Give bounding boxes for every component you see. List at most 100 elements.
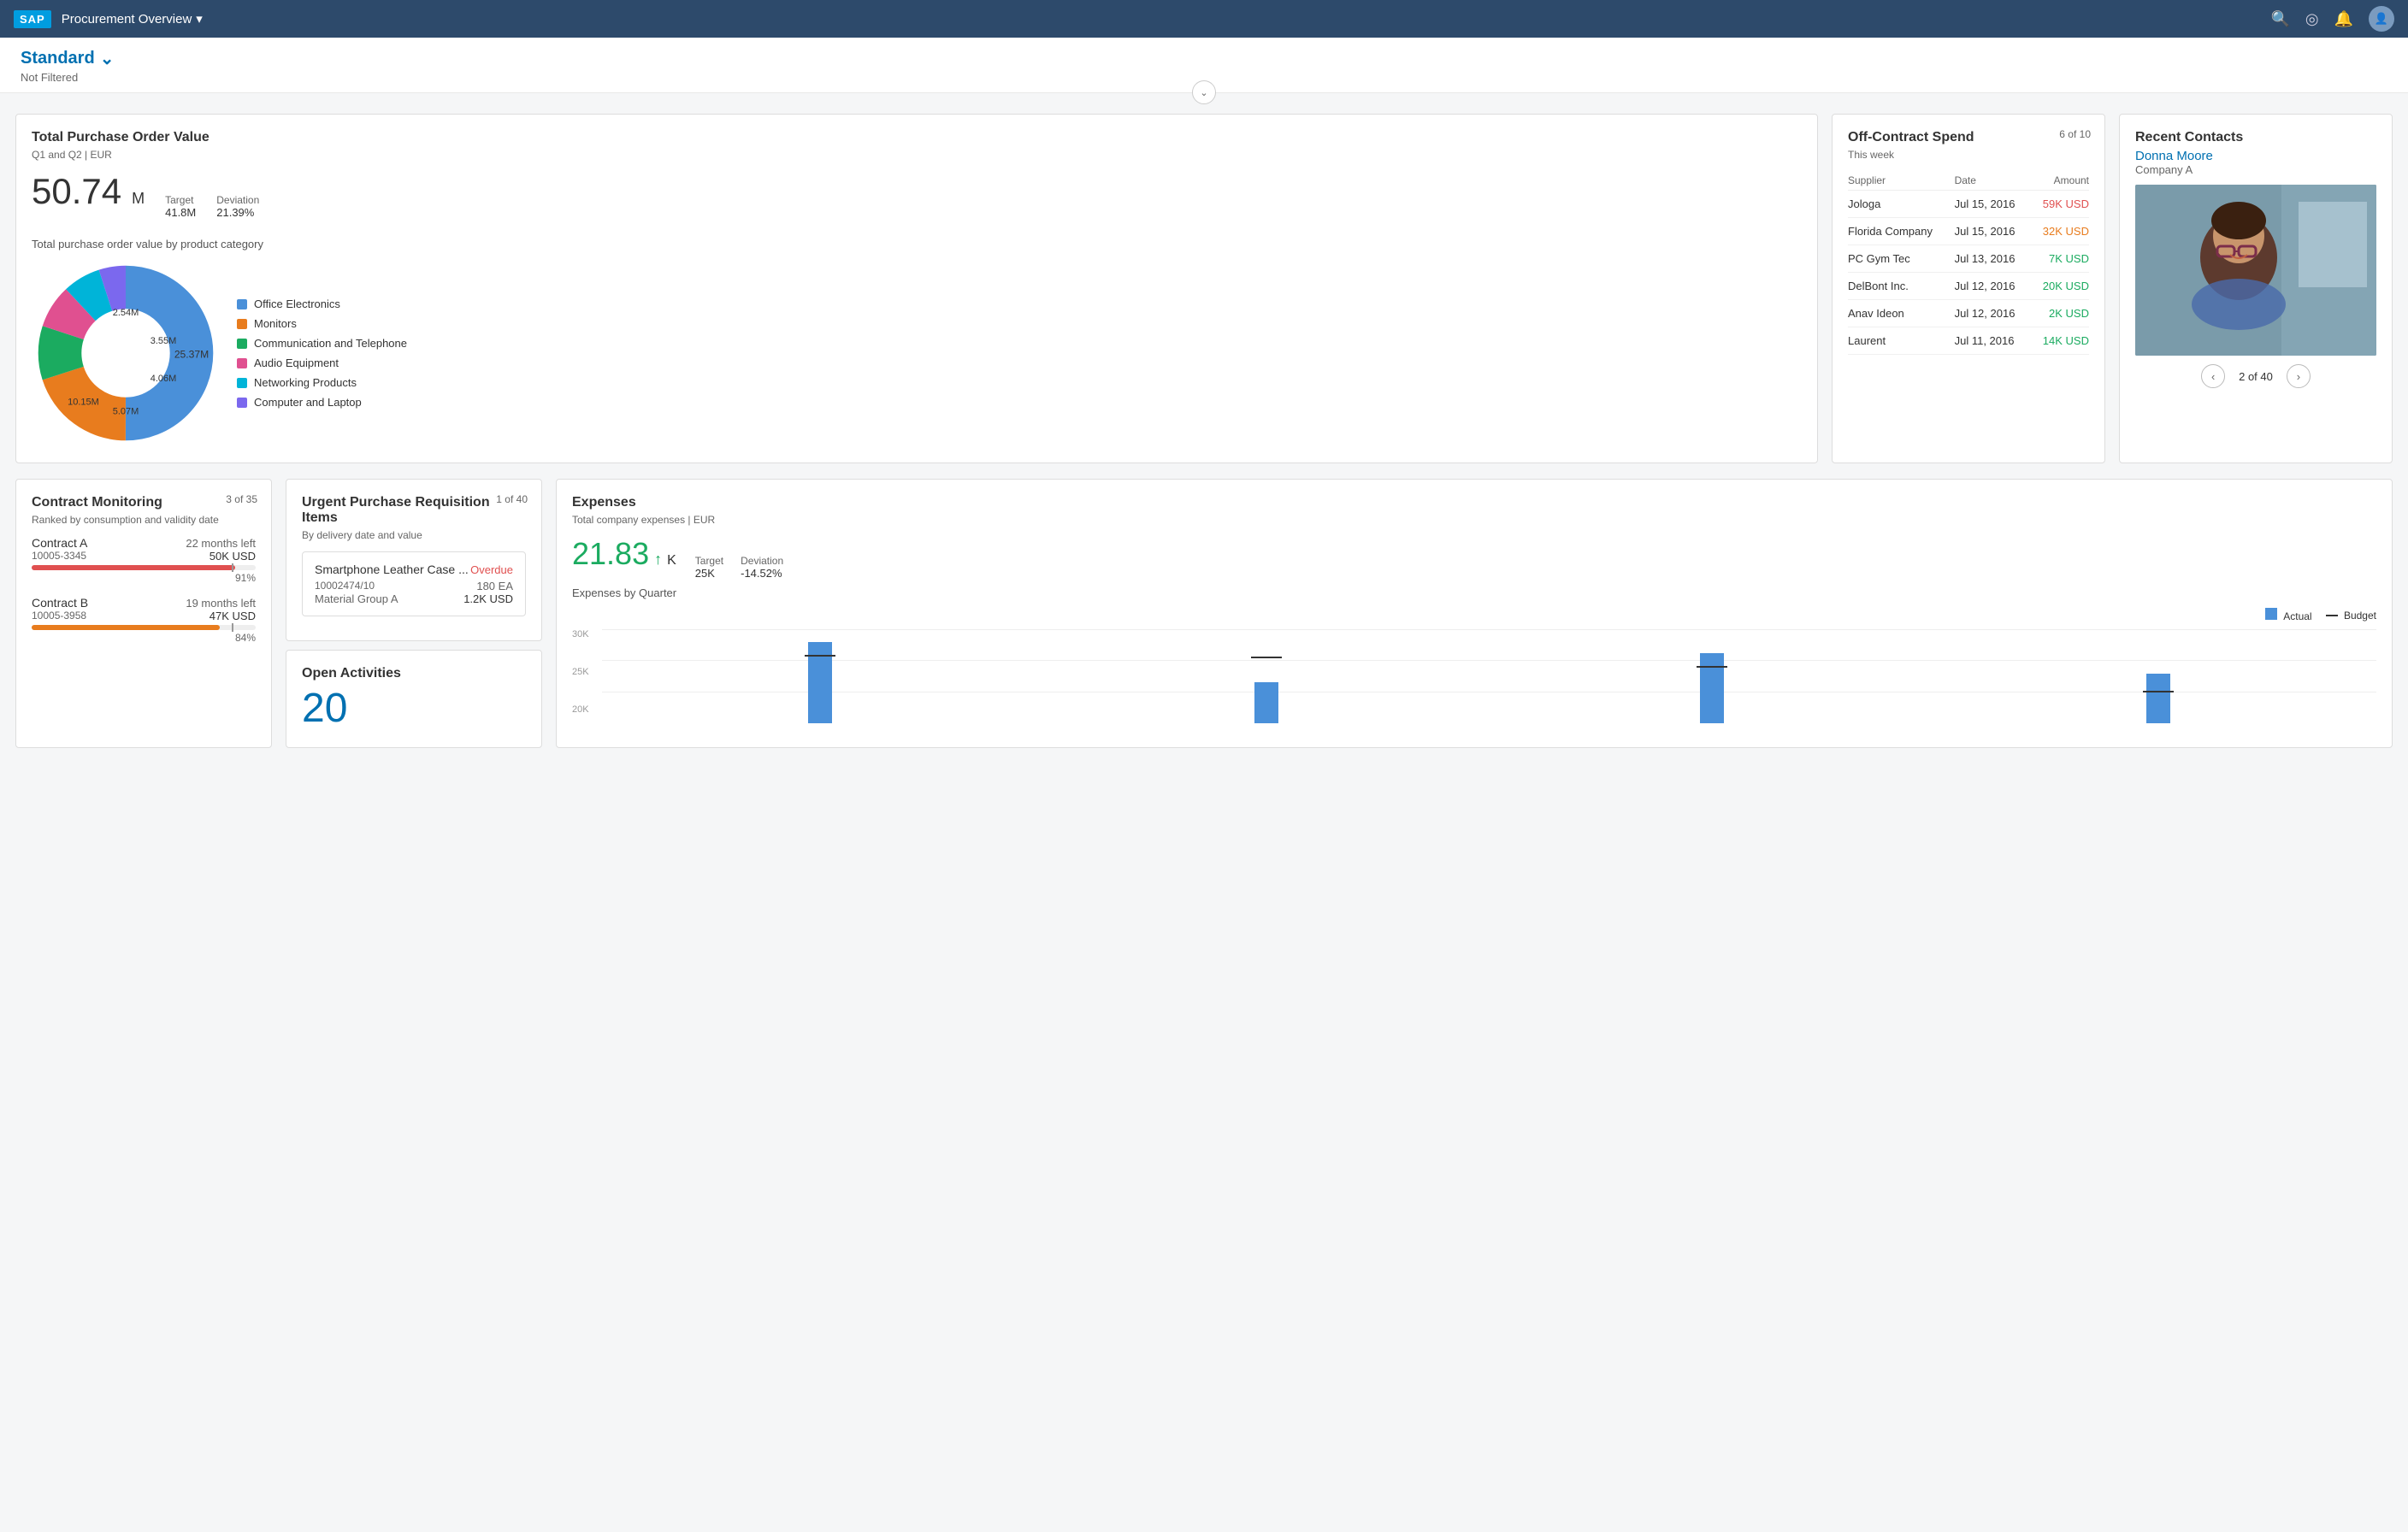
expenses-arrow: ↑	[654, 551, 662, 569]
bell-icon[interactable]: 🔔	[2334, 10, 2353, 28]
legend-dot-office	[237, 299, 247, 309]
expenses-subtitle: Total company expenses | EUR	[572, 514, 2376, 526]
legend-actual: Actual	[2265, 608, 2312, 622]
contract-b-months: 19 months left	[186, 597, 256, 610]
bar-q3	[1495, 653, 1931, 723]
pr-value: 1.2K USD	[463, 592, 513, 605]
nav-title-chevron: ▾	[196, 11, 203, 27]
contact-name[interactable]: Donna Moore	[2135, 149, 2376, 163]
spend-date: Jul 11, 2016	[1955, 327, 2031, 355]
legend-dot-communication	[237, 339, 247, 349]
nav-title-text: Procurement Overview	[62, 12, 192, 27]
spend-date: Jul 12, 2016	[1955, 273, 2031, 300]
subheader: Standard ⌄ Not Filtered ⌄	[0, 38, 2408, 93]
total-po-meta: Target 41.8M Deviation 21.39%	[165, 194, 259, 219]
nav-right: 🔍 ◎ 🔔 👤	[2270, 6, 2394, 32]
main-content: Total Purchase Order Value Q1 and Q2 | E…	[0, 93, 2408, 479]
svg-text:25.37M: 25.37M	[174, 349, 209, 361]
y-label-30k: 30K	[572, 629, 598, 639]
open-activities-value: 20	[302, 685, 526, 732]
contract-title: Contract Monitoring	[32, 495, 256, 510]
sap-logo: SAP	[14, 10, 51, 28]
contract-a-target-line	[232, 563, 233, 572]
pr-id: 10002474/10	[315, 580, 375, 592]
bar-q3-actual	[1700, 653, 1724, 723]
search-icon[interactable]: 🔍	[2270, 10, 2289, 28]
contract-a-progress-label: 91%	[32, 572, 256, 584]
contract-subtitle: Ranked by consumption and validity date	[32, 514, 256, 526]
page-title[interactable]: Procurement Overview ▾	[62, 11, 203, 27]
legend-actual-icon	[2265, 608, 2277, 620]
target-meta: Target 41.8M	[165, 194, 196, 219]
spend-date: Jul 12, 2016	[1955, 300, 2031, 327]
contact-navigation: ‹ 2 of 40 ›	[2135, 364, 2376, 388]
spend-supplier: DelBont Inc.	[1848, 273, 1955, 300]
bar-q2	[1048, 682, 1484, 723]
contract-a-months: 22 months left	[186, 537, 256, 550]
deviation-value: 21.39%	[216, 206, 259, 219]
spend-table: Supplier Date Amount Jologa Jul 15, 2016…	[1848, 171, 2089, 355]
expenses-deviation-label: Deviation -14.52%	[741, 555, 783, 580]
col-supplier: Supplier	[1848, 171, 1955, 191]
settings-icon[interactable]: ◎	[2305, 10, 2319, 28]
donut-chart-area: 2.54M 3.55M 4.06M 5.07M 10.15M 25.37M Of…	[32, 259, 1802, 447]
spend-supplier: Florida Company	[1848, 218, 1955, 245]
contact-next-button[interactable]: ›	[2287, 364, 2311, 388]
view-label: Standard	[21, 49, 95, 68]
spend-date: Jul 15, 2016	[1955, 191, 2031, 218]
expenses-unit: K	[667, 553, 676, 569]
legend-dot-audio	[237, 358, 247, 368]
donut-chart: 2.54M 3.55M 4.06M 5.07M 10.15M 25.37M	[32, 259, 220, 447]
svg-text:10.15M: 10.15M	[68, 398, 99, 408]
legend-dot-networking	[237, 378, 247, 388]
contact-prev-button[interactable]: ‹	[2201, 364, 2225, 388]
total-po-card: Total Purchase Order Value Q1 and Q2 | E…	[15, 114, 1818, 463]
bar-chart-container: 30K 25K 20K	[572, 629, 2376, 723]
urgent-pr-badge: 1 of 40	[496, 493, 528, 505]
y-label-25k: 25K	[572, 667, 598, 677]
bar-q4	[1940, 674, 2376, 723]
spend-amount: 14K USD	[2031, 327, 2089, 355]
col-date: Date	[1955, 171, 2031, 191]
contract-b-name: Contract B	[32, 596, 88, 610]
expenses-title: Expenses	[572, 495, 2376, 510]
chart-title: Total purchase order value by product ca…	[32, 238, 1802, 250]
expenses-card: Expenses Total company expenses | EUR 21…	[556, 479, 2393, 748]
contract-a-id: 10005-3345	[32, 550, 86, 562]
contract-b-progress-bar	[32, 625, 256, 630]
bar-chart-bars	[602, 629, 2376, 723]
recent-contacts-card: Recent Contacts Donna Moore Company A	[2119, 114, 2393, 463]
user-avatar[interactable]: 👤	[2369, 6, 2394, 32]
view-selector[interactable]: Standard ⌄	[21, 48, 2387, 69]
spend-supplier: Jologa	[1848, 191, 1955, 218]
pr-item-name: Smartphone Leather Case ...	[315, 563, 469, 576]
expenses-target-value: 25K	[695, 567, 723, 580]
contact-count: 2 of 40	[2239, 370, 2273, 383]
pr-item-1: Smartphone Leather Case ... Overdue 1000…	[302, 551, 526, 616]
bar-q4-budget	[2143, 691, 2174, 692]
spend-date: Jul 13, 2016	[1955, 245, 2031, 273]
spend-table-row: Jologa Jul 15, 2016 59K USD	[1848, 191, 2089, 218]
contract-a-progress-bar	[32, 565, 256, 570]
y-label-20k: 20K	[572, 704, 598, 715]
contract-item-a: Contract A 22 months left 10005-3345 50K…	[32, 536, 256, 584]
bar-chart-legend: Actual Budget	[572, 608, 2376, 622]
prev-icon: ‹	[2211, 370, 2215, 383]
legend-actual-label: Actual	[2283, 610, 2311, 622]
next-icon: ›	[2297, 370, 2300, 383]
svg-text:4.06M: 4.06M	[150, 374, 177, 384]
off-contract-badge: 6 of 10	[2059, 128, 2091, 140]
total-po-title: Total Purchase Order Value	[32, 130, 1802, 145]
collapse-button[interactable]: ⌄	[1192, 80, 1216, 104]
contract-b-fill	[32, 625, 220, 630]
expenses-meta: Target 25K Deviation -14.52%	[695, 555, 783, 580]
pr-status: Overdue	[470, 563, 513, 576]
donut-svg: 2.54M 3.55M 4.06M 5.07M 10.15M 25.37M	[32, 259, 220, 447]
deviation-meta: Deviation 21.39%	[216, 194, 259, 219]
spend-table-row: Anav Ideon Jul 12, 2016 2K USD	[1848, 300, 2089, 327]
spend-amount: 2K USD	[2031, 300, 2089, 327]
total-po-value: 50.74	[32, 171, 121, 212]
spend-amount: 32K USD	[2031, 218, 2089, 245]
open-activities-card: Open Activities 20	[286, 650, 542, 748]
bar-q3-budget	[1697, 666, 1727, 668]
